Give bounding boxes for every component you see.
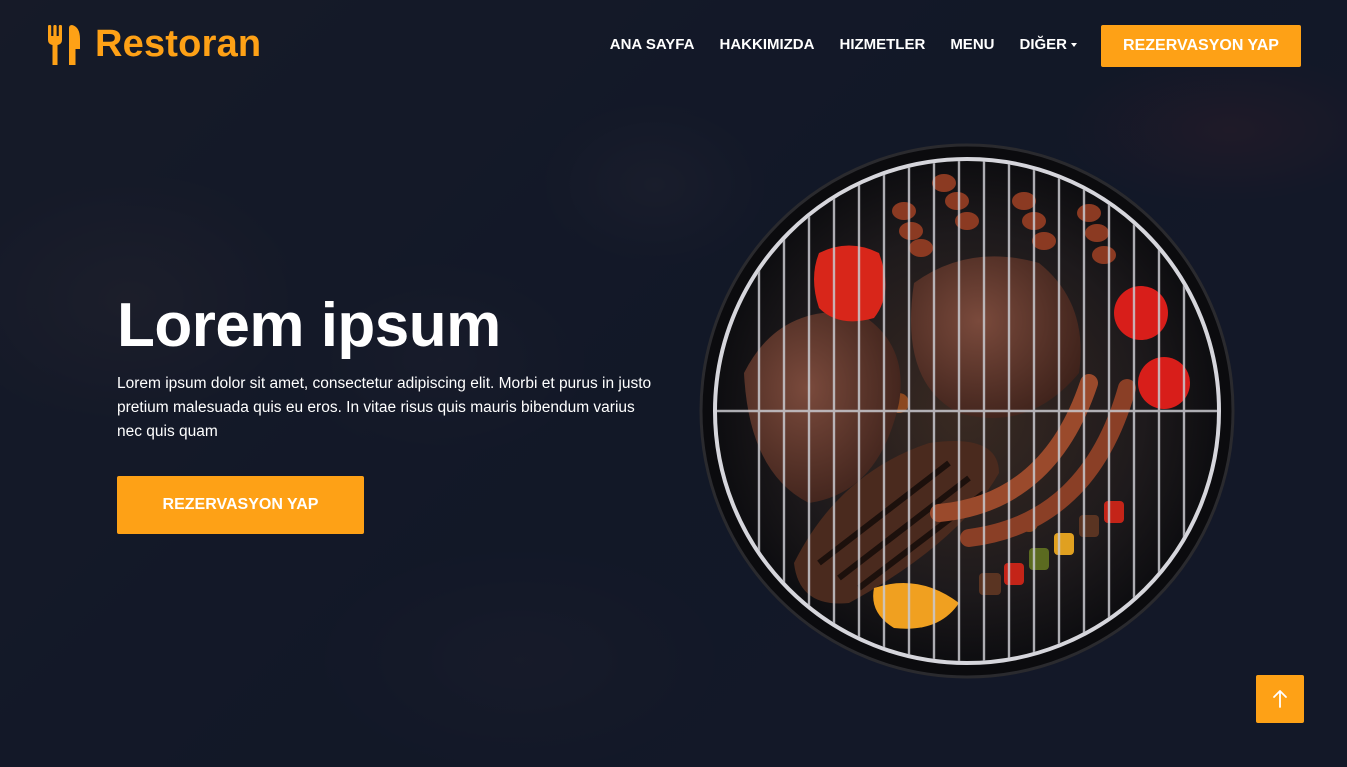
nav-item-menu[interactable]: MENU — [950, 36, 994, 53]
grilled-meat-barbecue-image — [699, 143, 1235, 679]
caret-down-icon — [1071, 42, 1077, 47]
nav-item-diger-dropdown[interactable]: DIĞER — [1019, 36, 1077, 53]
nav-item-ana-sayfa[interactable]: ANA SAYFA — [610, 36, 695, 53]
main-nav: ANA SAYFA HAKKIMIZDA HIZMETLER MENU DIĞE… — [585, 36, 1077, 53]
nav-item-hakkimizda[interactable]: HAKKIMIZDA — [719, 36, 814, 53]
navbar: Restoran ANA SAYFA HAKKIMIZDA HIZMETLER … — [0, 0, 1347, 92]
hero-description: Lorem ipsum dolor sit amet, consectetur … — [117, 375, 652, 440]
nav-item-diger-label: DIĞER — [1019, 36, 1067, 53]
nav-reservation-button[interactable]: REZERVASYON YAP — [1101, 25, 1301, 67]
hero-reservation-button[interactable]: REZERVASYON YAP — [117, 476, 364, 534]
brand-name: Restoran — [95, 23, 262, 65]
back-to-top-button[interactable] — [1256, 675, 1304, 723]
arrow-up-icon — [1273, 690, 1287, 708]
hero-title: Lorem ipsum — [117, 291, 501, 360]
brand-logo[interactable]: Restoran — [47, 23, 261, 66]
utensils-icon — [48, 24, 80, 65]
nav-item-hizmetler[interactable]: HIZMETLER — [839, 36, 925, 53]
